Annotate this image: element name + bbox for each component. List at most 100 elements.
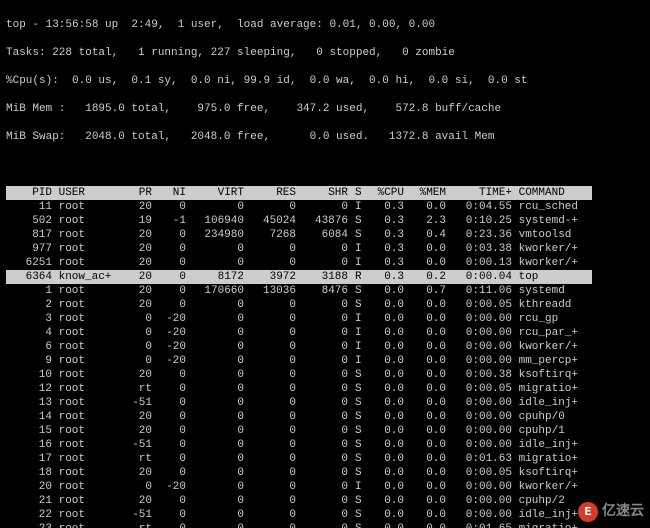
cell: rt: [118, 522, 152, 528]
cell: S: [348, 228, 362, 242]
table-row[interactable]: 22 root-510000 S0.00.00:00.00 idle_inj+: [6, 508, 592, 522]
cell: root: [52, 284, 118, 298]
col-shr[interactable]: SHR: [296, 186, 348, 200]
col-user[interactable]: USER: [52, 186, 118, 200]
cell: 502: [6, 214, 52, 228]
table-row[interactable]: 20 root0-20000 I0.00.00:00.00 kworker/+: [6, 480, 592, 494]
cell: root: [52, 256, 118, 270]
cell: migratio+: [512, 522, 592, 528]
cell: root: [52, 522, 118, 528]
cell: 22: [6, 508, 52, 522]
col-virt[interactable]: VIRT: [186, 186, 244, 200]
table-row[interactable]: 15 root200000 S0.00.00:00.00 cpuhp/1: [6, 424, 592, 438]
cell: 0: [186, 494, 244, 508]
cell: 0:11.06: [446, 284, 512, 298]
cell: 20: [118, 466, 152, 480]
table-row[interactable]: 10 root200000 S0.00.00:00.38 ksoftirq+: [6, 368, 592, 382]
table-row[interactable]: 21 root200000 S0.00.00:00.00 cpuhp/2: [6, 494, 592, 508]
cell: 0:00.00: [446, 312, 512, 326]
cell: 0.0: [404, 256, 446, 270]
table-row[interactable]: 13 root-510000 S0.00.00:00.00 idle_inj+: [6, 396, 592, 410]
cell: 0: [296, 466, 348, 480]
cell: -1: [152, 214, 186, 228]
summary-swap: MiB Swap: 2048.0 total, 2048.0 free, 0.0…: [6, 130, 644, 144]
table-row[interactable]: 11 root200000 I0.30.00:04.55 rcu_sched: [6, 200, 592, 214]
cell: S: [348, 494, 362, 508]
cell: 0: [244, 452, 296, 466]
summary-gap: [6, 158, 644, 172]
cell: 3: [6, 312, 52, 326]
cell: ksoftirq+: [512, 466, 592, 480]
cell: 0: [296, 326, 348, 340]
cell: 0: [186, 340, 244, 354]
table-row[interactable]: 502 root19-11069404502443876 S0.32.30:10…: [6, 214, 592, 228]
cell: 0: [186, 522, 244, 528]
cell: 0.0: [404, 466, 446, 480]
table-row[interactable]: 6364 know_ac+200817239723188 R0.30.20:00…: [6, 270, 592, 284]
table-row[interactable]: 3 root0-20000 I0.00.00:00.00 rcu_gp: [6, 312, 592, 326]
cell: 0.0: [404, 340, 446, 354]
col-mem[interactable]: %MEM: [404, 186, 446, 200]
cell: 0: [152, 424, 186, 438]
cell: I: [348, 312, 362, 326]
table-row[interactable]: 9 root0-20000 I0.00.00:00.00 mm_percp+: [6, 354, 592, 368]
table-row[interactable]: 12 rootrt0000 S0.00.00:00.05 migratio+: [6, 382, 592, 396]
terminal[interactable]: top - 13:56:58 up 2:49, 1 user, load ave…: [0, 0, 650, 528]
cell: 20: [118, 270, 152, 284]
cell: root: [52, 228, 118, 242]
table-row[interactable]: 23 rootrt0000 S0.00.00:01.65 migratio+: [6, 522, 592, 528]
table-row[interactable]: 16 root-510000 S0.00.00:00.00 idle_inj+: [6, 438, 592, 452]
cell: 0.0: [404, 382, 446, 396]
cell: S: [348, 382, 362, 396]
cell: kworker/+: [512, 340, 592, 354]
cell: 9: [6, 354, 52, 368]
cell: 20: [118, 368, 152, 382]
cell: root: [52, 200, 118, 214]
table-row[interactable]: 14 root200000 S0.00.00:00.00 cpuhp/0: [6, 410, 592, 424]
cell: 0.3: [362, 200, 404, 214]
col-s[interactable]: S: [348, 186, 362, 200]
col-cpu[interactable]: %CPU: [362, 186, 404, 200]
cell: S: [348, 466, 362, 480]
table-row[interactable]: 18 root200000 S0.00.00:00.05 ksoftirq+: [6, 466, 592, 480]
cell: 0: [152, 242, 186, 256]
cell: 0: [244, 340, 296, 354]
cell: S: [348, 284, 362, 298]
cell: I: [348, 256, 362, 270]
table-row[interactable]: 17 rootrt0000 S0.00.00:01.63 migratio+: [6, 452, 592, 466]
cell: 6: [6, 340, 52, 354]
table-row[interactable]: 977 root200000 I0.30.00:03.38 kworker/+: [6, 242, 592, 256]
col-pid[interactable]: PID: [6, 186, 52, 200]
table-row[interactable]: 817 root20023498072686084 S0.30.40:23.36…: [6, 228, 592, 242]
cell: 14: [6, 410, 52, 424]
cell: 0:23.36: [446, 228, 512, 242]
col-time[interactable]: TIME+: [446, 186, 512, 200]
col-ni[interactable]: NI: [152, 186, 186, 200]
cell: 0: [244, 522, 296, 528]
cell: -20: [152, 326, 186, 340]
cell: 0: [152, 368, 186, 382]
col-res[interactable]: RES: [244, 186, 296, 200]
cell: root: [52, 354, 118, 368]
cell: root: [52, 368, 118, 382]
cell: 0: [186, 508, 244, 522]
table-row[interactable]: 6251 root200000 I0.30.00:00.13 kworker/+: [6, 256, 592, 270]
cell: 0: [186, 424, 244, 438]
cell: 20: [118, 494, 152, 508]
col-cmd[interactable]: COMMAND: [512, 186, 592, 200]
cell: mm_percp+: [512, 354, 592, 368]
cell: I: [348, 340, 362, 354]
cell: 0: [118, 354, 152, 368]
table-row[interactable]: 6 root0-20000 I0.00.00:00.00 kworker/+: [6, 340, 592, 354]
col-pr[interactable]: PR: [118, 186, 152, 200]
cell: 17: [6, 452, 52, 466]
cell: 0.0: [404, 312, 446, 326]
cell: root: [52, 410, 118, 424]
table-row[interactable]: 1 root200170660130368476 S0.00.70:11.06 …: [6, 284, 592, 298]
cell: root: [52, 326, 118, 340]
cell: root: [52, 424, 118, 438]
cell: 0.0: [362, 438, 404, 452]
table-row[interactable]: 4 root0-20000 I0.00.00:00.00 rcu_par_+: [6, 326, 592, 340]
cell: 0: [244, 494, 296, 508]
table-row[interactable]: 2 root200000 S0.00.00:00.05 kthreadd: [6, 298, 592, 312]
